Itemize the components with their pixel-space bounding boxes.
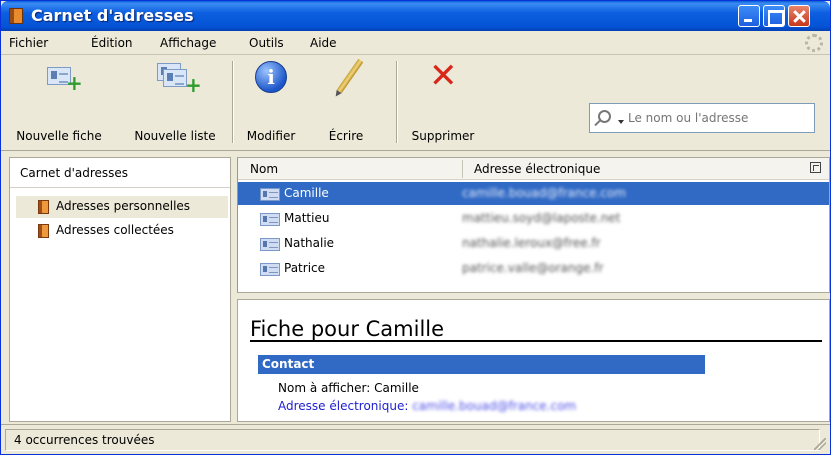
pencil-icon [336,58,364,94]
status-bar: 4 occurrences trouvées [1,424,830,454]
contact-name: Mattieu [284,211,330,225]
plus-icon: + [66,71,83,95]
column-divider[interactable] [462,160,463,178]
contact-email: camille.bouad@france.com [462,186,626,200]
maximize-button[interactable] [763,5,785,27]
search-box[interactable] [589,103,815,133]
minimize-button[interactable] [738,5,760,27]
write-label: Écrire [328,129,364,143]
contact-row[interactable]: Mattieu mattieu.soyd@laposte.net [238,207,829,230]
plus-icon: + [185,73,202,97]
toolbar-separator [396,61,398,143]
search-input[interactable] [628,108,808,128]
card-title: Fiche pour Camille [250,317,445,341]
address-book-icon [38,200,49,214]
info-icon: i [255,61,287,93]
book-personal-addresses[interactable]: Adresses personnelles [16,196,228,218]
contacts-list: Nom Adresse électronique Camille camille… [237,157,830,293]
delete-button[interactable]: ✕ Supprimer [405,59,481,145]
menu-aide[interactable]: Aide [310,36,337,50]
edit-label: Modifier [246,129,296,143]
contact-name: Nathalie [284,236,335,250]
contact-email: patrice.valle@orange.fr [462,261,604,275]
book-collected-addresses[interactable]: Adresses collectées [16,220,228,242]
contact-row[interactable]: Camille camille.bouad@france.com [238,182,829,205]
contact-section-header: Contact [258,355,705,374]
search-icon [598,110,611,123]
delete-label: Supprimer [411,129,475,143]
email-link[interactable]: camille.bouad@france.com [412,399,576,413]
contact-name: Camille [284,186,329,200]
list-header: Nom Adresse électronique [238,158,829,180]
menu-edition[interactable]: Édition [91,36,133,50]
resize-grip-icon[interactable] [814,438,826,450]
email-field: Adresse électronique: camille.bouad@fran… [278,399,576,413]
activity-throbber-icon [805,34,823,52]
email-field-label: Adresse électronique: [278,399,409,413]
address-books-header[interactable]: Carnet d'adresses [10,158,230,188]
new-card-button[interactable]: + Nouvelle fiche [3,59,115,145]
card-title-rule [250,340,822,342]
write-button[interactable]: Écrire [319,58,373,145]
title-bar[interactable]: Carnet d'adresses [1,1,830,31]
window-title: Carnet d'adresses [31,6,194,25]
contact-row[interactable]: Nathalie nathalie.leroux@free.fr [238,232,829,255]
book-label: Adresses collectées [56,223,174,237]
new-list-label: Nouvelle liste [134,129,216,143]
menu-affichage[interactable]: Affichage [160,36,216,50]
edit-button[interactable]: i Modifier [241,59,301,145]
contact-row[interactable]: Patrice patrice.valle@orange.fr [238,257,829,280]
menu-bar: Fichier Édition Affichage Outils Aide [1,31,830,55]
list-card-front-icon [163,69,187,87]
address-books-pane: Carnet d'adresses Adresses personnelles … [9,157,231,422]
column-email-header[interactable]: Adresse électronique [474,162,600,176]
column-picker-icon[interactable] [810,162,821,173]
chevron-down-icon[interactable] [618,120,624,124]
book-label: Adresses personnelles [56,199,191,213]
new-list-button[interactable]: + Nouvelle liste [125,59,225,145]
menu-outils[interactable]: Outils [249,36,284,50]
contact-email: nathalie.leroux@free.fr [462,236,601,250]
contact-name: Patrice [284,261,326,275]
toolbar-separator [232,61,234,143]
address-book-app-icon [9,8,23,24]
column-name-header[interactable]: Nom [250,162,278,176]
delete-x-icon: ✕ [429,56,458,96]
contact-card-icon [260,263,280,276]
contact-card-icon [260,213,280,226]
new-card-label: Nouvelle fiche [16,129,102,143]
address-book-icon [38,224,49,238]
contact-card-preview: Fiche pour Camille Contact Nom à affiche… [237,299,830,422]
display-name-field: Nom à afficher: Camille [278,381,419,395]
contact-card-icon [260,238,280,251]
address-book-window: Carnet d'adresses Fichier Édition Affich… [0,0,831,455]
close-button[interactable] [788,5,810,27]
status-text: 4 occurrences trouvées [5,429,820,451]
menu-fichier[interactable]: Fichier [9,36,48,50]
contact-email: mattieu.soyd@laposte.net [462,211,621,225]
contact-card-icon [260,188,280,201]
